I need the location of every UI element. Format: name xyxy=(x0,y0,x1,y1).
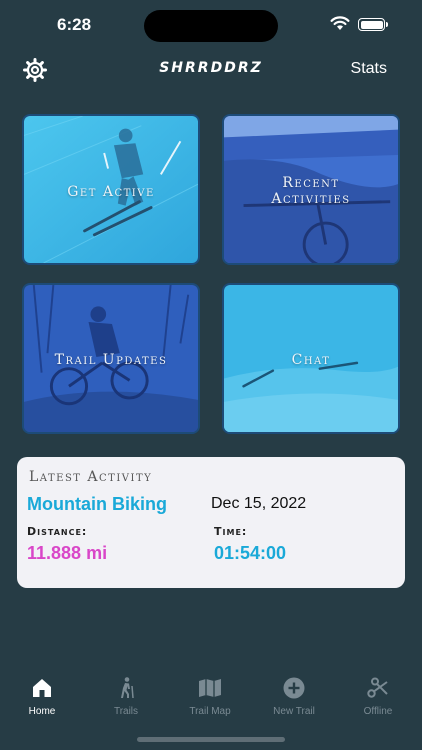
tab-offline-label: Offline xyxy=(363,706,393,717)
tab-trail-map[interactable]: Trail Map xyxy=(168,676,252,717)
tab-home-label: Home xyxy=(28,706,56,717)
latest-activity-card[interactable]: Latest Activity Mountain Biking Dec 15, … xyxy=(17,457,405,588)
dynamic-island xyxy=(144,10,278,42)
tab-bar: Home Trails Trail Map New Trail Offline xyxy=(0,676,422,726)
recent-activities-label-line1: Recent xyxy=(282,175,340,191)
plus-circle-icon xyxy=(283,677,305,699)
get-active-tile[interactable]: Get Active xyxy=(22,114,200,265)
wifi-icon xyxy=(330,16,350,30)
recent-activities-label-line2: Activities xyxy=(271,191,351,207)
latest-activity-title: Latest Activity xyxy=(29,469,153,485)
battery-icon xyxy=(358,18,388,31)
get-active-label: Get Active xyxy=(67,184,155,200)
tab-trails-label: Trails xyxy=(113,706,139,717)
chat-tile[interactable]: Chat xyxy=(222,283,400,434)
distance-label: Distance: xyxy=(27,525,88,538)
distance-value: 11.888 mi xyxy=(27,543,108,563)
time-label: Time: xyxy=(214,525,248,538)
stats-button[interactable]: Stats xyxy=(351,60,387,78)
tab-trail-map-label: Trail Map xyxy=(189,706,231,717)
status-time: 6:28 xyxy=(57,15,92,34)
nav-bar: SHRRDDRZ Stats xyxy=(0,52,422,88)
activity-date: Dec 15, 2022 xyxy=(211,495,307,512)
tab-new-trail[interactable]: New Trail xyxy=(252,676,336,717)
activity-type: Mountain Biking xyxy=(27,494,167,514)
tab-home[interactable]: Home xyxy=(0,676,84,717)
status-bar: 6:28 xyxy=(0,0,422,50)
scissors-icon xyxy=(367,677,388,698)
trail-updates-tile[interactable]: Trail Updates xyxy=(22,283,200,434)
tab-new-trail-label: New Trail xyxy=(273,706,315,717)
recent-activities-tile[interactable]: Recent Activities xyxy=(222,114,400,265)
time-value: 01:54:00 xyxy=(214,543,287,563)
home-indicator xyxy=(137,737,285,742)
map-icon xyxy=(199,679,221,697)
trail-updates-label: Trail Updates xyxy=(54,352,168,368)
tab-offline[interactable]: Offline xyxy=(336,676,420,717)
hiker-icon xyxy=(121,677,134,699)
tab-trails[interactable]: Trails xyxy=(84,676,168,717)
chat-label: Chat xyxy=(291,352,331,368)
home-icon xyxy=(33,679,51,697)
